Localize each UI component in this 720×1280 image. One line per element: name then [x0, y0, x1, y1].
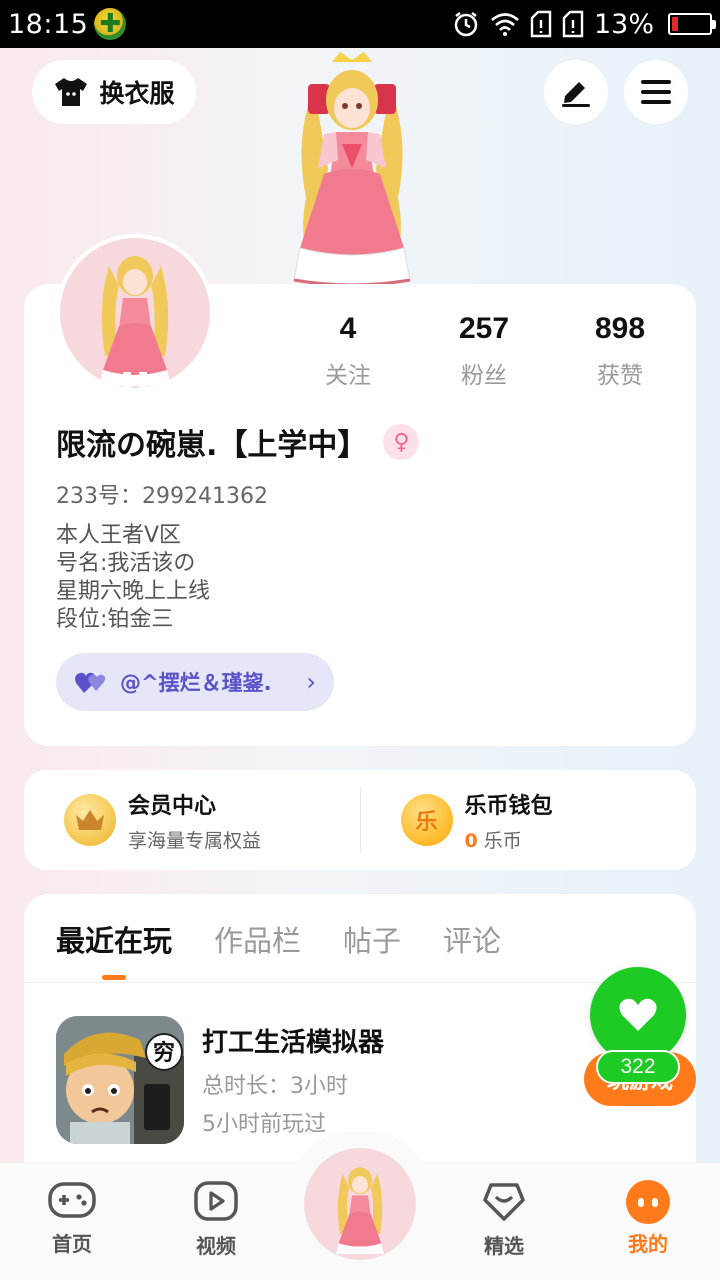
pencil-icon [562, 82, 590, 107]
nav-home[interactable]: 首页 [22, 1180, 122, 1257]
avatar-figure-icon [336, 1167, 384, 1254]
chevron-right-icon: › [306, 668, 316, 696]
nav-video-label: 视频 [196, 1234, 236, 1258]
nav-avatar-center[interactable] [304, 1148, 416, 1260]
nav-home-label: 首页 [52, 1232, 92, 1256]
tab-bar: 最近在玩 作品栏 帖子 评论 [56, 918, 501, 980]
username: 限流の碗崽.【上学中】 ♀ [56, 420, 420, 464]
followers-label: 粉丝 [461, 363, 507, 389]
tab-works[interactable]: 作品栏 [214, 918, 301, 980]
bio: 本人王者V区 号名:我活该の 星期六晚上上线 段位:铂金三 [56, 522, 210, 634]
nav-picks-label: 精选 [484, 1234, 524, 1258]
like-count-badge: 322 [596, 1050, 680, 1084]
game-last-played: 5小时前玩过 [202, 1112, 326, 1137]
sim2-icon [562, 10, 584, 38]
face-icon [626, 1180, 670, 1224]
video-play-icon [194, 1181, 238, 1221]
tshirt-icon [55, 78, 88, 106]
nav-mine-label: 我的 [628, 1232, 668, 1256]
likes-label: 获赞 [597, 363, 643, 389]
bio-line: 段位:铂金三 [56, 607, 174, 632]
like-float-button[interactable] [590, 967, 686, 1063]
following-stat[interactable]: 4 关注 [280, 312, 416, 390]
following-count: 4 [339, 312, 357, 345]
wallet-unit: 乐币 [483, 829, 522, 852]
bio-line: 本人王者V区 [56, 523, 182, 548]
nav-video[interactable]: 视频 [166, 1180, 266, 1259]
avatar-character-figure[interactable] [254, 48, 450, 286]
game-title: 打工生活模拟器 [202, 1028, 385, 1058]
followers-stat[interactable]: 257 粉丝 [416, 312, 552, 390]
status-bar: 18:15 ✚ 13% [0, 0, 720, 48]
wallet-balance: 0 乐币 [465, 826, 553, 853]
tab-comments[interactable]: 评论 [443, 918, 501, 980]
list-item[interactable]: 穷 打工生活模拟器 总时长：3小时 5小时前玩过 玩游戏 [56, 1016, 696, 1146]
wifi-icon [491, 13, 519, 36]
avatar-figure-icon [99, 256, 171, 388]
status-icons: 13% [452, 8, 716, 40]
edit-profile-button[interactable] [544, 60, 608, 124]
heart-shield-icon [483, 1183, 525, 1221]
bio-line: 星期六晚上上线 [56, 579, 211, 604]
member-center-subtitle: 享海量专属权益 [128, 829, 262, 852]
sim1-icon [530, 10, 552, 38]
double-heart-icon [75, 672, 106, 693]
menu-button[interactable] [624, 60, 688, 124]
game-playtime: 总时长：3小时 [202, 1074, 348, 1099]
battery-icon [668, 13, 716, 35]
wallet-title: 乐币钱包 [464, 793, 553, 819]
member-center-title: 会员中心 [128, 793, 217, 819]
likes-stat[interactable]: 898 获赞 [552, 312, 688, 390]
lebi-coin-icon: 乐 [400, 794, 453, 846]
app-notification-icon: ✚ [94, 8, 127, 40]
female-icon: ♀ [383, 424, 420, 460]
status-time: 18:15 [8, 8, 89, 40]
cp-label: @^摆烂＆瑾鋆. [120, 671, 272, 695]
tab-divider [24, 982, 696, 983]
tab-recently-played[interactable]: 最近在玩 [56, 918, 172, 980]
nav-mine[interactable]: 我的 [598, 1180, 698, 1257]
bio-line: 号名:我活该の [56, 551, 196, 576]
game-icon-badge: 穷 [153, 1040, 175, 1066]
cp-relation-button[interactable]: @^摆烂＆瑾鋆. › [56, 653, 334, 711]
followers-count: 257 [458, 312, 510, 345]
battery-percent: 13% [593, 8, 654, 40]
hamburger-icon [641, 80, 671, 104]
tab-posts[interactable]: 帖子 [343, 918, 401, 980]
following-label: 关注 [325, 363, 371, 389]
alarm-icon [454, 12, 478, 37]
crown-icon [64, 794, 116, 846]
wallet-amount: 0 [464, 829, 478, 852]
wallet-entry[interactable]: 乐 乐币钱包 0 乐币 [361, 770, 697, 870]
gamepad-icon [48, 1182, 96, 1218]
heart-icon [619, 998, 657, 1031]
nav-picks[interactable]: 精选 [454, 1180, 554, 1259]
change-outfit-button[interactable]: 换衣服 [32, 60, 196, 124]
profile-stats: 4 关注 257 粉丝 898 获赞 [280, 312, 688, 390]
member-center-entry[interactable]: 会员中心 享海量专属权益 [24, 770, 360, 870]
change-outfit-label: 换衣服 [99, 79, 175, 108]
username-text: 限流の碗崽.【上学中】 [56, 428, 368, 463]
user-id[interactable]: 233号：299241362 [56, 478, 268, 510]
vip-wallet-card: 会员中心 享海量专属权益 乐 乐币钱包 0 乐币 [24, 770, 696, 870]
avatar[interactable] [56, 234, 214, 392]
likes-count: 898 [594, 312, 646, 345]
game-icon[interactable]: 穷 [56, 1016, 184, 1144]
